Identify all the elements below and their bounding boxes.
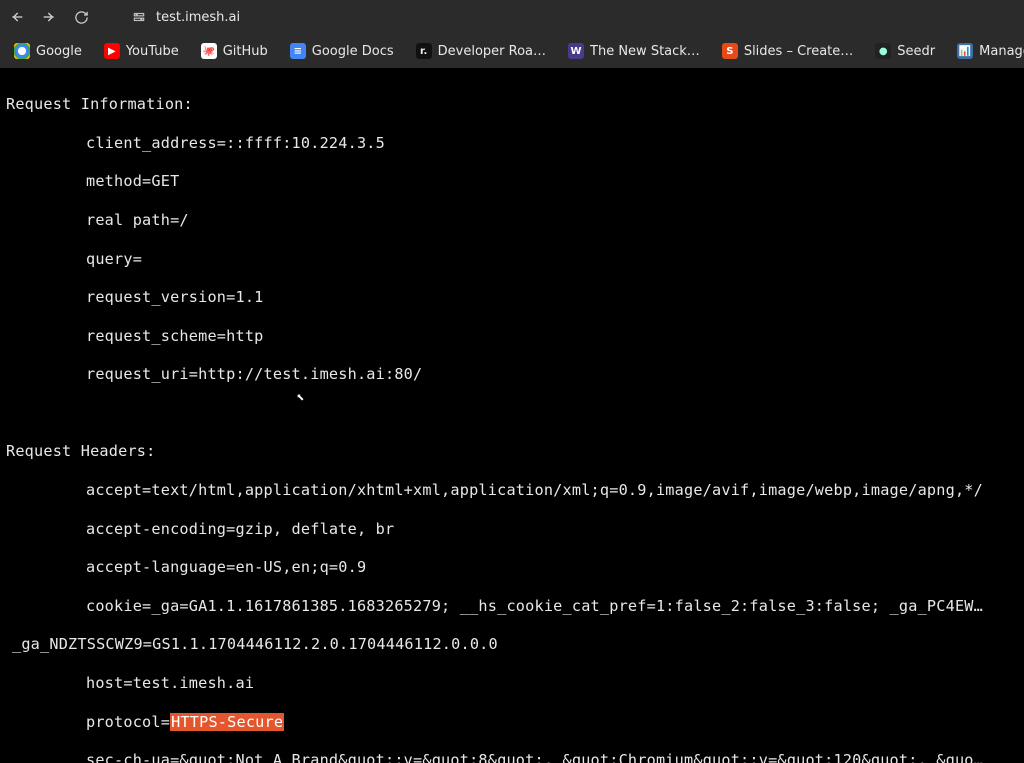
text-line: query= xyxy=(86,250,1018,269)
reload-icon xyxy=(74,10,89,25)
text-line: accept-encoding=gzip, deflate, br xyxy=(86,520,1018,539)
text-line: request_version=1.1 xyxy=(86,288,1018,307)
bookmark-seedr[interactable]: ● Seedr xyxy=(869,41,941,61)
mouse-cursor-icon: ⬉ xyxy=(296,390,304,406)
text-line: method=GET xyxy=(86,172,1018,191)
text-line: accept=text/html,application/xhtml+xml,a… xyxy=(86,481,1018,500)
gdocs-icon: ≡ xyxy=(290,43,306,59)
forward-button[interactable] xyxy=(38,6,60,28)
bookmark-google-docs[interactable]: ≡ Google Docs xyxy=(284,41,400,61)
text-line: accept-language=en-US,en;q=0.9 xyxy=(86,558,1018,577)
back-button[interactable] xyxy=(6,6,28,28)
text-line: host=test.imesh.ai xyxy=(86,674,1018,693)
arrow-left-icon xyxy=(9,9,25,25)
text-line: sec-ch-ua=&quot;Not_A Brand&quot;;v=&quo… xyxy=(86,751,1018,763)
bookmark-new-stack[interactable]: W The New Stack… xyxy=(562,41,706,61)
text-line: _ga_NDZTSSCWZ9=GS1.1.1704446112.2.0.1704… xyxy=(12,635,1018,654)
bookmark-label: Slides – Create… xyxy=(744,44,853,59)
slides-icon: S xyxy=(722,43,738,59)
protocol-label: protocol= xyxy=(86,713,170,731)
text-line: request_uri=http://test.imesh.ai:80/ xyxy=(86,365,1018,384)
text-line: real path=/ xyxy=(86,211,1018,230)
page-content: Request Information: client_address=::ff… xyxy=(0,68,1024,763)
protocol-line: protocol=HTTPS-Secure xyxy=(86,713,1018,732)
bookmark-bar: Google ▶ YouTube 🐙 GitHub ≡ Google Docs … xyxy=(0,34,1024,68)
reload-button[interactable] xyxy=(70,6,92,28)
bookmark-label: GitHub xyxy=(223,44,268,59)
bookmark-github[interactable]: 🐙 GitHub xyxy=(195,41,274,61)
bookmark-google[interactable]: Google xyxy=(8,41,88,61)
url-text: test.imesh.ai xyxy=(156,10,240,25)
text-line: cookie=_ga=GA1.1.1617861385.1683265279; … xyxy=(86,597,1018,616)
protocol-value-highlight: HTTPS-Secure xyxy=(170,713,284,731)
bookmark-developer-roa[interactable]: r. Developer Roa… xyxy=(410,41,552,61)
newstack-icon: W xyxy=(568,43,584,59)
url-bar[interactable]: test.imesh.ai xyxy=(156,10,1018,25)
bookmark-youtube[interactable]: ▶ YouTube xyxy=(98,41,185,61)
url-row: test.imesh.ai xyxy=(0,0,1024,34)
bookmark-label: Developer Roa… xyxy=(438,44,546,59)
seedr-icon: ● xyxy=(875,43,891,59)
bookmark-label: YouTube xyxy=(126,44,179,59)
text-line: Request Headers: xyxy=(6,442,1018,461)
site-settings-icon[interactable] xyxy=(132,10,146,24)
text-line: Request Information: xyxy=(6,95,1018,114)
text-line: request_scheme=http xyxy=(86,327,1018,346)
browser-chrome: test.imesh.ai Google ▶ YouTube 🐙 GitHub … xyxy=(0,0,1024,68)
dev-icon: r. xyxy=(416,43,432,59)
bookmark-label: Manage HTML… xyxy=(979,44,1024,59)
bookmark-label: Google xyxy=(36,44,82,59)
bookmark-slides[interactable]: S Slides – Create… xyxy=(716,41,859,61)
google-icon xyxy=(14,43,30,59)
bookmark-manage-html[interactable]: 📊 Manage HTML… xyxy=(951,41,1024,61)
youtube-icon: ▶ xyxy=(104,43,120,59)
bookmark-label: The New Stack… xyxy=(590,44,700,59)
manage-icon: 📊 xyxy=(957,43,973,59)
text-line: client_address=::ffff:10.224.3.5 xyxy=(86,134,1018,153)
arrow-right-icon xyxy=(41,9,57,25)
github-icon: 🐙 xyxy=(201,43,217,59)
bookmark-label: Google Docs xyxy=(312,44,394,59)
bookmark-label: Seedr xyxy=(897,44,935,59)
